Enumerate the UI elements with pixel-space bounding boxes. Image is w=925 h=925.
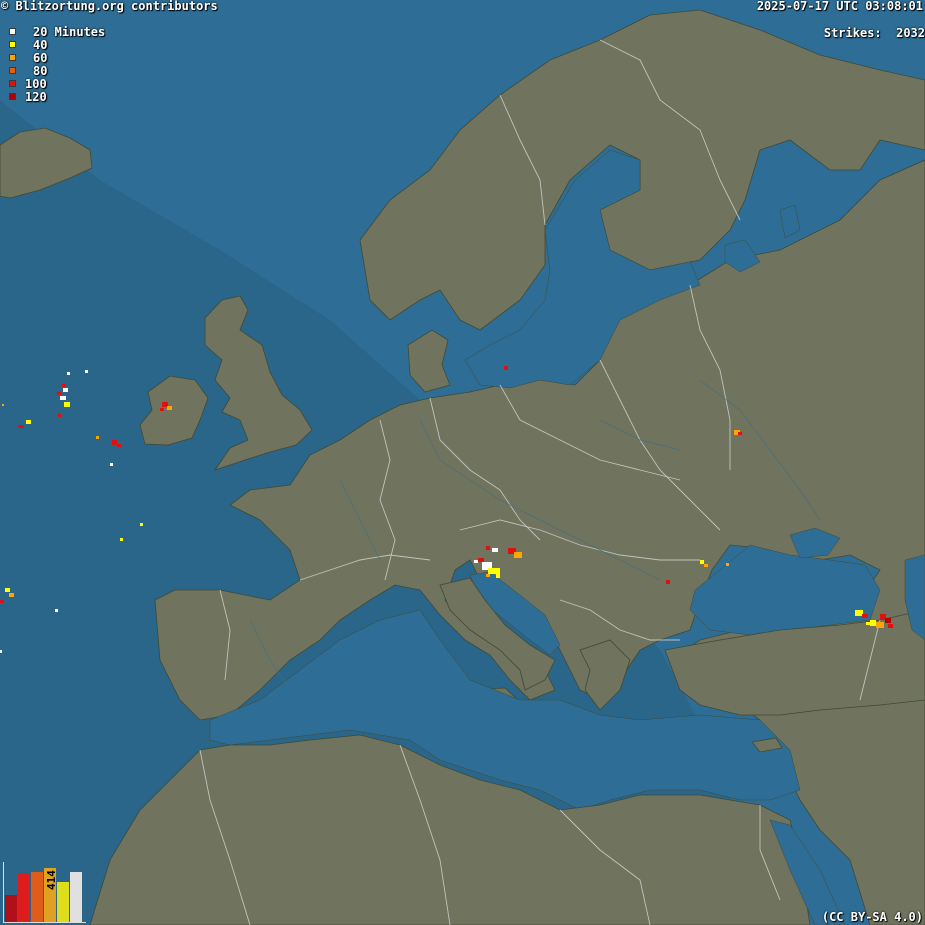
legend-item: 120: [10, 89, 105, 104]
histogram-peak-label: 414: [45, 870, 58, 890]
legend-item: 60: [10, 50, 105, 65]
legend-swatch: [10, 42, 15, 47]
histogram-bar: [31, 872, 43, 922]
strikes-counter: Strikes: 2032: [824, 27, 925, 40]
histogram-bar: [57, 882, 69, 922]
legend-swatch: [10, 81, 15, 86]
legend-swatch: [10, 55, 15, 60]
lightning-map: © Blitzortung.org contributors 2025-07-1…: [0, 0, 925, 925]
legend-swatch: [10, 29, 15, 34]
timestamp-text: 2025-07-17 UTC 03:08:01: [756, 0, 923, 13]
lake-onega: [779, 204, 801, 239]
histogram-bar: [5, 895, 17, 922]
histogram-bar: [70, 872, 82, 922]
denmark-land: [407, 329, 451, 393]
license-text: (CC BY-SA 4.0): [821, 910, 923, 924]
legend-item: 40: [10, 37, 105, 52]
strikes-count: 2032: [896, 26, 925, 40]
copyright-text: © Blitzortung.org contributors: [1, 0, 218, 13]
legend-label: 120: [25, 89, 47, 104]
legend-label: 60: [33, 50, 48, 65]
strike-histogram: 414: [3, 862, 86, 923]
legend-label: 100: [25, 76, 47, 91]
legend-label: 80: [33, 63, 48, 78]
legend-label: 40: [33, 37, 48, 52]
map-canvas[interactable]: [0, 0, 925, 925]
strikes-label: Strikes:: [823, 26, 882, 40]
time-legend: 20 Minutes 40 60 80 100 120: [10, 24, 106, 104]
legend-swatch: [10, 68, 15, 73]
legend-item: 20 Minutes: [10, 24, 106, 39]
histogram-bar: [18, 873, 30, 922]
legend-swatch: [10, 94, 15, 99]
legend-item: 100: [10, 76, 105, 91]
legend-item: 80: [10, 63, 105, 78]
legend-label: 20 Minutes: [33, 24, 106, 39]
strike-cluster-baltic: [504, 366, 508, 370]
